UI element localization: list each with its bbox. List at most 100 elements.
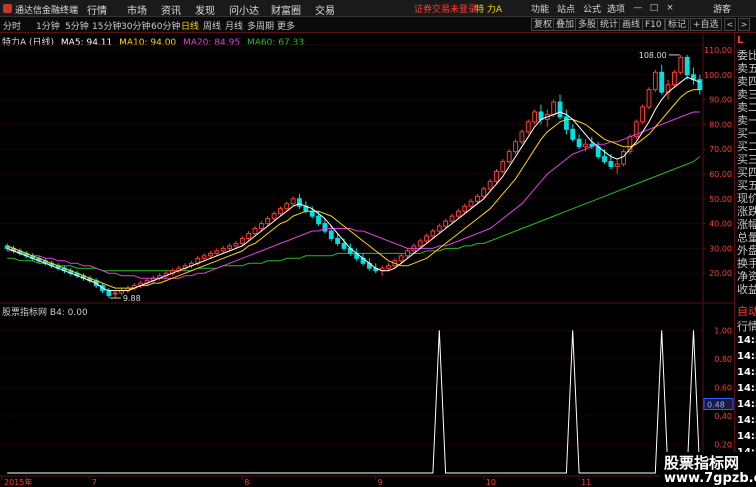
candle-body [227,245,232,249]
trade-login-notice[interactable]: 证券交易未登录 [414,2,477,15]
candle-body [684,56,690,76]
candle-body [500,161,506,172]
y-tick-label: 100.00 [704,71,732,80]
candle-body [659,71,665,93]
indicator-value: B4: 0.00 [49,308,88,318]
period-15min[interactable]: 15分钟 [92,19,121,32]
candle-body [386,265,391,269]
x-tick-label: 7 [92,478,97,487]
close-icon[interactable]: × [664,2,676,14]
candle-body [265,218,271,225]
tick-time: 14:50 [737,399,756,410]
candle-body [468,200,474,207]
period-weekly[interactable]: 周线 [203,19,221,32]
y-tick-label: 30.00 [709,244,732,253]
period-5min[interactable]: 5分钟 [65,19,89,32]
menu-wenxiaoda[interactable]: 问小达 [229,2,259,17]
candle-body [576,138,582,148]
tool-tongji[interactable]: 统计 [597,18,622,31]
title-bar: 通达信金融终端 行情 市场 资讯 发现 问小达 财富圈 交易 证券交易未登录 特… [0,0,756,17]
tool-duogu[interactable]: 多股 [575,18,600,31]
tick-time: 14:50 [737,383,756,394]
candle-body [525,121,531,133]
candle-body [208,252,213,257]
y-tick-label: 40.00 [709,220,732,229]
period-fenshi[interactable]: 分时 [3,19,21,32]
minimize-icon[interactable]: — [632,2,644,14]
scroll-left-icon[interactable]: < [724,18,736,31]
candle-body [671,71,677,86]
period-multi[interactable]: 多周期 [247,19,274,32]
indicator-title[interactable]: 股票指标网 [2,308,47,318]
candle-body [506,151,512,163]
candle-body [513,141,518,153]
price-chart[interactable]: 110.00 100.00 90.00 80.00 70.00 60.00 50.00 40.… [0,33,734,487]
candle-body [646,89,652,108]
tool-fuquan[interactable]: 复权 [531,18,556,31]
indicator-header: 股票指标网 B4: 0.00 [2,305,88,318]
candle-body [443,220,449,227]
candle-body [398,255,404,262]
panel-header[interactable]: L [737,35,756,46]
candle-body [652,71,658,91]
period-more[interactable]: 更多 [277,19,295,32]
tool-f10[interactable]: F10 [642,18,665,31]
menu-gongshi[interactable]: 公式 [583,2,601,15]
menu-faxian[interactable]: 发现 [195,2,215,17]
period-60min[interactable]: 60分钟 [151,19,180,32]
menu-hangqing[interactable]: 行情 [87,2,107,17]
candle-body [297,198,302,207]
user-label[interactable]: 游客 [713,2,731,15]
candle-body [278,208,283,215]
candle-body [678,56,684,73]
menu-shichang[interactable]: 市场 [127,2,147,17]
candle-body [462,205,468,212]
candle-body [475,195,480,202]
menu-zhandian[interactable]: 站点 [557,2,575,15]
panel-auto[interactable]: 自动 [737,303,756,319]
menu-xuanxiang[interactable]: 选项 [607,2,625,15]
candle-body [621,151,626,165]
candle-body [239,237,245,244]
period-monthly[interactable]: 月线 [225,19,243,32]
tool-biaoji[interactable]: 标记 [665,18,690,31]
candle-body [538,111,544,120]
period-30min[interactable]: 30分钟 [121,19,150,32]
y-tick-label: 110.00 [704,46,732,55]
candle-body [494,171,499,182]
period-daily[interactable]: 日线 [181,19,199,32]
indicator-line [7,330,701,474]
candle-body [246,233,252,239]
candle-body [405,250,410,257]
panel-market[interactable]: 行情 [737,318,756,334]
stock-title: 特 力A [475,5,503,15]
candle-body [481,188,487,197]
y-tick-label: 70.00 [709,145,732,154]
menu-zixun[interactable]: 资讯 [161,2,181,17]
ma5-line [7,76,700,292]
candle-body [290,198,296,205]
maximize-icon[interactable]: □ [648,2,660,14]
menu-jiaoyi[interactable]: 交易 [315,2,335,17]
candle-body [284,203,290,210]
x-tick-label: 10 [486,478,496,487]
candle-body [112,292,118,295]
candle-body [455,210,461,217]
tool-diejia[interactable]: 叠加 [553,18,578,31]
candle-body [570,128,576,140]
ma10-line [7,89,700,289]
tool-add-favorite[interactable]: +自选 [690,18,722,31]
ma60-line [7,156,701,272]
indicator-y-tick-label: 0.80 [714,355,732,364]
candle-body [557,101,563,118]
menu-caifuquan[interactable]: 财富圈 [271,2,301,17]
period-1min[interactable]: 1分钟 [36,19,60,32]
menu-gongneng[interactable]: 功能 [531,2,549,15]
candle-body [335,237,341,244]
candle-body [417,240,423,247]
y-tick-label: 90.00 [709,96,732,105]
candle-body [551,101,557,115]
scroll-right-icon[interactable]: > [738,18,750,31]
tool-huaxian[interactable]: 画线 [619,18,644,31]
candle-body [519,131,525,143]
